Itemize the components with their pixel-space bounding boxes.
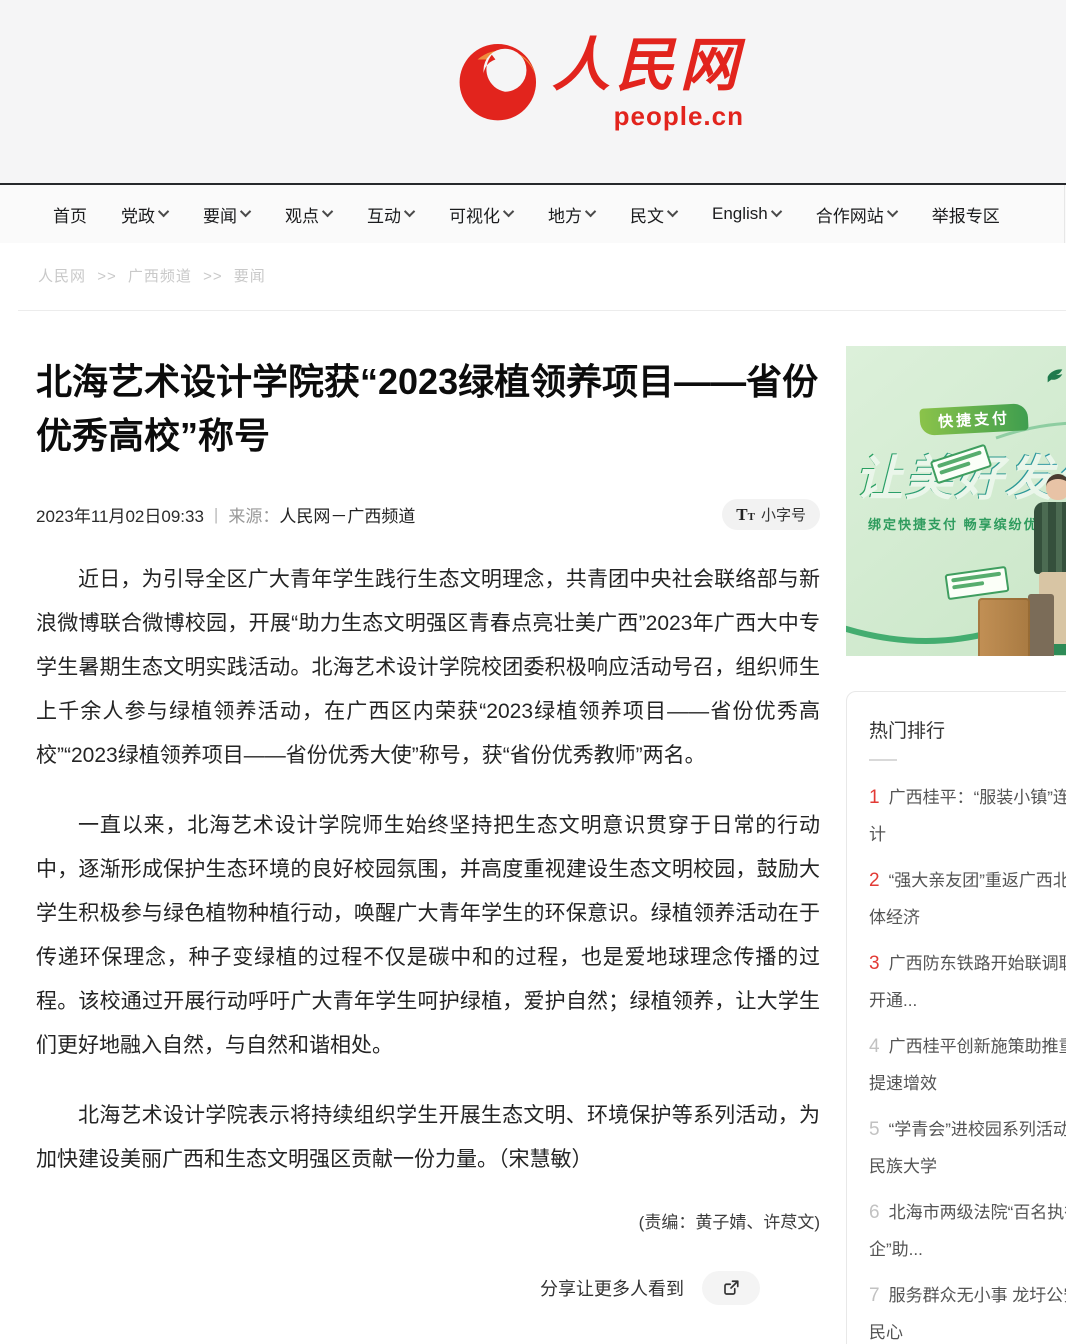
nav-item-keshihua[interactable]: 可视化 bbox=[432, 202, 531, 227]
share-label: 分享让更多人看到 bbox=[540, 1275, 684, 1301]
hot-ranking-list: 1广西桂平：“服装小镇”连接计 2“强大亲友团”重返广西北流体经济 3广西防东铁… bbox=[869, 779, 1066, 1344]
ad-person-graphic bbox=[1034, 502, 1066, 574]
logo-text-en: people.cn bbox=[614, 102, 744, 130]
nav-item-jubaozhuanqu[interactable]: 举报专区 bbox=[915, 202, 1017, 227]
chevron-down-icon bbox=[887, 205, 898, 216]
bank-logo-icon bbox=[1044, 364, 1066, 386]
chevron-down-icon bbox=[322, 205, 333, 216]
page: 人民网 people.cn 首页 党政 要闻 观点 互动 可视化 地方 民文 E… bbox=[0, 0, 1066, 1344]
paragraph: 北海艺术设计学院表示将持续组织学生开展生态文明、环境保护等系列活动，为加快建设美… bbox=[36, 1094, 820, 1182]
nav-item-home[interactable]: 首页 bbox=[36, 202, 104, 227]
people-cn-logo-icon bbox=[456, 38, 542, 124]
paragraph: 一直以来，北海艺术设计学院师生始终坚持把生态文明意识贯穿于日常的行动中，逐渐形成… bbox=[36, 804, 820, 1068]
main-nav: 首页 党政 要闻 观点 互动 可视化 地方 民文 English 合作网站 举报… bbox=[0, 183, 1066, 243]
paragraph: 近日，为引导全区广大青年学生践行生态文明理念，共青团中央社会联络部与新浪微博联合… bbox=[36, 558, 820, 778]
site-header: 人民网 people.cn bbox=[0, 0, 1066, 183]
list-item[interactable]: 4广西桂平创新施策助推重大项提速增效 bbox=[869, 1028, 1066, 1102]
hot-ranking-title: 热门排行 bbox=[869, 716, 1066, 743]
ad-subtitle: 绑定快捷支付 畅享缤纷优惠 bbox=[868, 514, 1054, 533]
share-section: 分享让更多人看到 bbox=[36, 1271, 820, 1305]
source-label: 来源： bbox=[228, 502, 279, 527]
ad-badge: 快捷支付 bbox=[919, 403, 1028, 436]
list-item[interactable]: 2“强大亲友团”重返广西北流体经济 bbox=[869, 862, 1066, 936]
chevron-down-icon bbox=[240, 205, 251, 216]
share-button[interactable] bbox=[702, 1271, 760, 1305]
article-title: 北海艺术设计学院获“2023绿植领养项目——省份优秀高校”称号 bbox=[36, 355, 820, 463]
font-size-button[interactable]: TT 小字号 bbox=[722, 499, 820, 530]
ad-person-graphic bbox=[1046, 474, 1066, 500]
breadcrumb: 人民网 >> 广西频道 >> 要闻 bbox=[38, 265, 1066, 286]
list-item[interactable]: 3广西防东铁路开始联调联试 预开通... bbox=[869, 945, 1066, 1019]
logo-text-cn: 人民网 bbox=[552, 30, 744, 102]
publish-date: 2023年11月02日09:33 bbox=[36, 502, 204, 527]
source-link[interactable]: 人民网－广西频道 bbox=[279, 502, 415, 527]
ad-suitcase-graphic bbox=[978, 598, 1030, 656]
nav-item-minwen[interactable]: 民文 bbox=[613, 202, 695, 227]
article: 北海艺术设计学院获“2023绿植领养项目——省份优秀高校”称号 2023年11月… bbox=[36, 311, 820, 1305]
external-link-icon bbox=[722, 1279, 740, 1297]
hot-ranking-underline bbox=[869, 759, 897, 761]
bank-logo: 中国邮政储蓄银行 POSTAL SAVINGS BANK OF CHINA bbox=[1044, 362, 1066, 387]
nav-item-yaowen[interactable]: 要闻 bbox=[186, 202, 268, 227]
hot-ranking-panel: 热门排行 1广西桂平：“服装小镇”连接计 2“强大亲友团”重返广西北流体经济 3… bbox=[846, 691, 1066, 1344]
nav-item-english[interactable]: English bbox=[695, 204, 799, 224]
breadcrumb-channel[interactable]: 广西频道 bbox=[128, 268, 192, 285]
chevron-down-icon bbox=[158, 205, 169, 216]
font-size-label: 小字号 bbox=[761, 504, 806, 525]
chevron-down-icon bbox=[771, 205, 782, 216]
chevron-down-icon bbox=[667, 205, 678, 216]
nav-item-dangzheng[interactable]: 党政 bbox=[104, 202, 186, 227]
breadcrumb-separator: >> bbox=[97, 268, 117, 285]
site-logo[interactable]: 人民网 people.cn bbox=[0, 30, 1066, 130]
chevron-down-icon bbox=[404, 205, 415, 216]
list-item[interactable]: 1广西桂平：“服装小镇”连接计 bbox=[869, 779, 1066, 853]
breadcrumb-home[interactable]: 人民网 bbox=[38, 268, 86, 285]
editor-credit: (责编：黄子婧、许荩文) bbox=[36, 1208, 820, 1233]
chevron-down-icon bbox=[585, 205, 596, 216]
list-item[interactable]: 6北海市两级法院“百名执行干企”助... bbox=[869, 1194, 1066, 1268]
font-size-icon: TT bbox=[736, 505, 755, 525]
nav-item-hudong[interactable]: 互动 bbox=[350, 202, 432, 227]
breadcrumb-separator: >> bbox=[203, 268, 223, 285]
ad-suitcase-graphic bbox=[1028, 594, 1054, 656]
nav-item-difang[interactable]: 地方 bbox=[531, 202, 613, 227]
list-item[interactable]: 7服务群众无小事 龙圩公安排忧民心 bbox=[869, 1277, 1066, 1344]
breadcrumb-section[interactable]: 要闻 bbox=[234, 268, 266, 285]
article-body: 近日，为引导全区广大青年学生践行生态文明理念，共青团中央社会联络部与新浪微博联合… bbox=[36, 558, 820, 1182]
nav-item-hezuowangzhan[interactable]: 合作网站 bbox=[799, 202, 915, 227]
bank-ad-banner[interactable]: 中国邮政储蓄银行 POSTAL SAVINGS BANK OF CHINA 快捷… bbox=[846, 346, 1066, 656]
article-meta: 2023年11月02日09:33 | 来源： 人民网－广西频道 TT 小字号 bbox=[36, 499, 820, 530]
list-item[interactable]: 5“学青会”进校园系列活动走民族大学 bbox=[869, 1111, 1066, 1185]
chevron-down-icon bbox=[503, 205, 514, 216]
sidebar: 中国邮政储蓄银行 POSTAL SAVINGS BANK OF CHINA 快捷… bbox=[846, 311, 1066, 1344]
nav-item-guandian[interactable]: 观点 bbox=[268, 202, 350, 227]
